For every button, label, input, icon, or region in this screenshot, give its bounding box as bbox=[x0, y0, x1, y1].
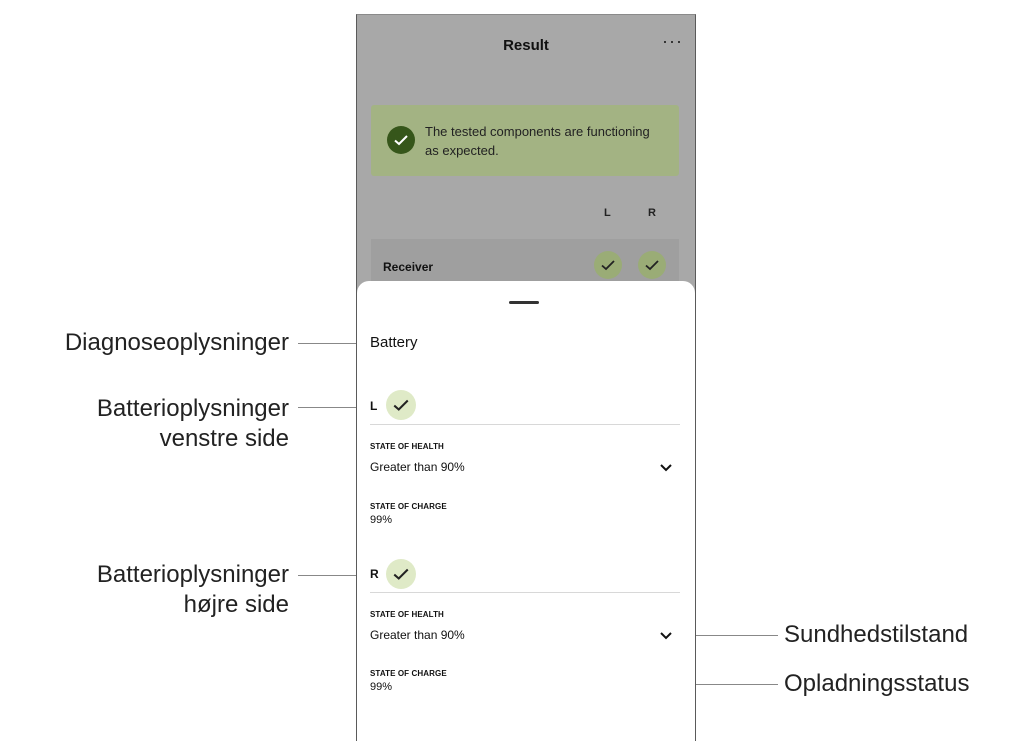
callout-right-line2: højre side bbox=[183, 591, 289, 618]
health-value-left: Greater than 90% bbox=[370, 460, 465, 474]
side-label-left: L bbox=[370, 399, 378, 413]
page-title: Result bbox=[503, 37, 549, 54]
battery-bottom-sheet: Battery L STATE OF HEALTH Greater than 9… bbox=[357, 281, 695, 741]
component-label: Receiver bbox=[383, 260, 434, 274]
health-label-left: STATE OF HEALTH bbox=[370, 442, 444, 451]
banner-message: The tested components are functioning as… bbox=[425, 124, 650, 158]
check-icon bbox=[594, 251, 622, 279]
callout-charge: Opladningsstatus bbox=[784, 670, 970, 697]
check-icon bbox=[386, 559, 416, 589]
health-label-right: STATE OF HEALTH bbox=[370, 610, 444, 619]
callout-left-line1: Batterioplysninger bbox=[96, 395, 289, 422]
charge-value-left: 99% bbox=[370, 514, 393, 526]
callout-left-line2: venstre side bbox=[159, 425, 289, 452]
column-left-label: L bbox=[604, 207, 611, 219]
health-value-right: Greater than 90% bbox=[370, 628, 465, 642]
side-label-right: R bbox=[370, 567, 379, 581]
phone-screen: Result ··· The tested components are fun… bbox=[356, 14, 696, 741]
check-icon bbox=[386, 390, 416, 420]
chevron-down-icon[interactable] bbox=[659, 631, 673, 641]
check-icon bbox=[638, 251, 666, 279]
divider bbox=[370, 424, 680, 425]
charge-value-right: 99% bbox=[370, 681, 393, 693]
component-row-receiver[interactable]: Receiver bbox=[371, 239, 679, 285]
column-right-label: R bbox=[648, 207, 656, 219]
divider bbox=[370, 592, 680, 593]
sheet-title: Battery bbox=[370, 334, 418, 351]
callout-right-line1: Batterioplysninger bbox=[96, 561, 289, 588]
chevron-down-icon[interactable] bbox=[659, 463, 673, 473]
drag-handle[interactable] bbox=[509, 301, 539, 304]
callout-left-battery: Batterioplysninger venstre side bbox=[97, 394, 289, 454]
callout-right-battery: Batterioplysninger højre side bbox=[97, 560, 289, 620]
charge-label-right: STATE OF CHARGE bbox=[370, 669, 447, 678]
charge-label-left: STATE OF CHARGE bbox=[370, 502, 447, 511]
check-circle-icon bbox=[387, 126, 415, 154]
callout-diagnose: Diagnoseoplysninger bbox=[64, 329, 289, 356]
success-banner: The tested components are functioning as… bbox=[371, 105, 679, 176]
more-horizontal-icon[interactable]: ··· bbox=[662, 31, 683, 52]
callout-health: Sundhedstilstand bbox=[784, 621, 969, 648]
